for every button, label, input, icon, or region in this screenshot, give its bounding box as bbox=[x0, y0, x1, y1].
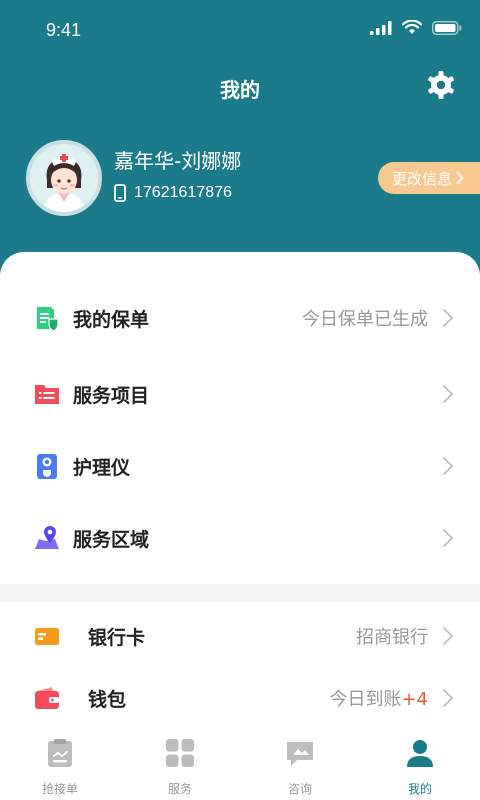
chevron-right-icon bbox=[443, 529, 454, 547]
status-time: 9:41 bbox=[46, 20, 82, 40]
battery-icon bbox=[432, 20, 462, 35]
tab-label: 抢接单 bbox=[41, 782, 78, 796]
section-divider bbox=[0, 584, 480, 602]
services-grid-icon bbox=[166, 739, 194, 767]
phone-icon bbox=[114, 184, 126, 202]
status-icons bbox=[370, 20, 462, 35]
settings-gear-icon[interactable] bbox=[426, 70, 456, 100]
wifi-icon bbox=[402, 20, 422, 34]
menu-value: 今日保单已生成 bbox=[302, 309, 428, 330]
menu-value: 招商银行 bbox=[356, 627, 428, 648]
menu-label: 银行卡 bbox=[88, 626, 146, 649]
menu-item-care-device[interactable]: 护理仪 bbox=[0, 436, 480, 496]
policy-icon bbox=[37, 307, 59, 331]
service-list-icon bbox=[35, 385, 59, 404]
phone-row: 17621617876 bbox=[114, 184, 232, 202]
tab-grab-order[interactable]: 抢接单 bbox=[0, 732, 120, 800]
page-title: 我的 bbox=[220, 78, 260, 102]
wallet-icon bbox=[35, 687, 59, 709]
tab-services[interactable]: 服务 bbox=[120, 732, 240, 800]
service-area-icon bbox=[35, 526, 59, 549]
chevron-right-icon bbox=[443, 689, 454, 707]
bank-card-icon bbox=[35, 628, 59, 645]
menu-label: 服务区域 bbox=[73, 528, 150, 551]
signal-icon bbox=[370, 20, 392, 35]
care-device-icon bbox=[37, 454, 57, 479]
consult-icon bbox=[287, 742, 313, 766]
edit-info-button[interactable]: 更改信息 bbox=[378, 162, 480, 194]
bottom-tab-bar: 抢接单 服务 咨询 我的 bbox=[0, 732, 480, 800]
wallet-value-text: 今日到账 bbox=[329, 689, 402, 710]
menu-item-wallet[interactable]: 钱包 今日到账+4 bbox=[0, 668, 480, 728]
user-name: 嘉年华-刘娜娜 bbox=[114, 149, 242, 173]
menu-item-bank-card[interactable]: 银行卡 招商银行 bbox=[0, 606, 480, 666]
menu-label: 护理仪 bbox=[73, 456, 131, 479]
profile-icon bbox=[407, 740, 433, 767]
chevron-right-icon bbox=[456, 171, 464, 185]
tab-consult[interactable]: 咨询 bbox=[240, 732, 360, 800]
edit-info-label: 更改信息 bbox=[392, 169, 453, 188]
phone-number: 17621617876 bbox=[134, 184, 232, 201]
menu-item-service-items[interactable]: 服务项目 bbox=[0, 364, 480, 424]
menu-label: 服务项目 bbox=[73, 384, 150, 407]
chevron-right-icon bbox=[443, 457, 454, 475]
tab-mine[interactable]: 我的 bbox=[360, 732, 480, 800]
tab-label: 我的 bbox=[407, 782, 432, 796]
menu-value: 今日到账+4 bbox=[329, 685, 428, 711]
menu-item-service-area[interactable]: 服务区域 bbox=[0, 508, 480, 568]
avatar[interactable] bbox=[26, 140, 102, 216]
tab-label: 服务 bbox=[167, 782, 192, 796]
chevron-right-icon bbox=[443, 385, 454, 403]
chevron-right-icon bbox=[443, 309, 454, 327]
wallet-increment: +4 bbox=[401, 689, 428, 710]
status-bar: 9:41 bbox=[0, 0, 480, 60]
nurse-avatar-icon bbox=[30, 144, 98, 212]
chevron-right-icon bbox=[443, 627, 454, 645]
menu-label: 钱包 bbox=[88, 688, 127, 711]
grab-order-icon bbox=[48, 739, 72, 767]
tab-label: 咨询 bbox=[287, 782, 312, 796]
menu-label: 我的保单 bbox=[73, 308, 150, 331]
menu-item-policy[interactable]: 我的保单 今日保单已生成 bbox=[0, 288, 480, 348]
